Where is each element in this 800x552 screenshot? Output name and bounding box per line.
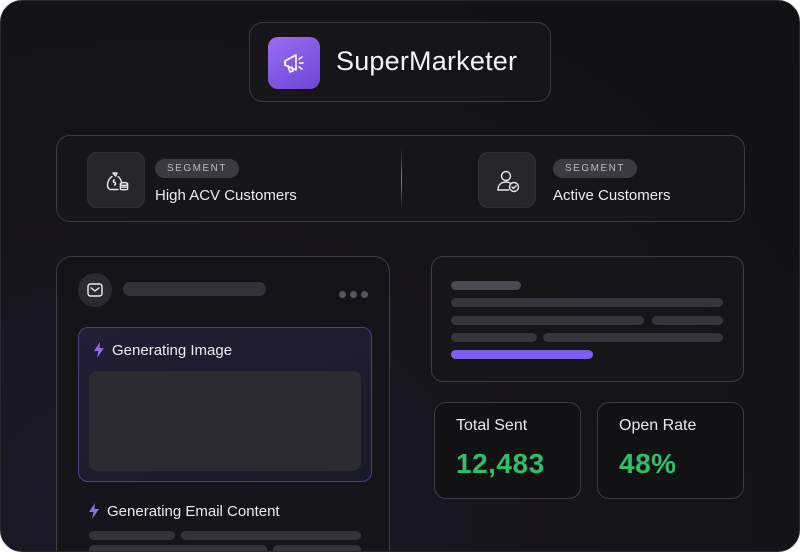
money-bag-coins-icon (87, 152, 145, 208)
preview-line (451, 298, 723, 307)
stat-card-total-sent: Total Sent 12,483 (434, 402, 581, 499)
segment-tag: SEGMENT (155, 159, 239, 178)
segment-name-high-acv: High ACV Customers (155, 187, 297, 204)
lightning-icon (89, 503, 99, 519)
stat-label: Total Sent (456, 417, 528, 434)
preview-line (451, 316, 644, 325)
content-line (89, 545, 267, 551)
preview-line (543, 333, 723, 342)
stat-value: 12,483 (456, 448, 545, 479)
app-frame: SuperMarketer SEGMENT High ACV Customers (0, 0, 800, 552)
content-line (273, 545, 361, 551)
megaphone-icon (268, 37, 320, 89)
segment-divider (401, 148, 402, 210)
stat-card-open-rate: Open Rate 48% (597, 402, 744, 499)
lightning-icon (94, 342, 104, 358)
image-placeholder (89, 371, 361, 471)
generating-image-label: Generating Image (112, 342, 233, 359)
generating-content-label: Generating Email Content (107, 503, 280, 520)
segments-card: SEGMENT High ACV Customers SEGMENT Activ… (56, 135, 745, 222)
message-preview-bubble (431, 256, 744, 382)
preview-line (652, 316, 723, 325)
content-line (181, 531, 361, 540)
content-line (89, 531, 175, 540)
preview-highlight-bar (451, 350, 593, 359)
segment-name-active: Active Customers (553, 187, 671, 204)
stat-label: Open Rate (619, 417, 697, 434)
generating-image-card: Generating Image (78, 327, 372, 482)
more-options-icon[interactable] (339, 285, 372, 303)
stat-value: 48% (619, 448, 677, 479)
preview-line (451, 333, 537, 342)
email-composer-panel: Generating Image Generating Email Conten… (56, 256, 390, 551)
preview-title-line (451, 281, 521, 290)
mail-icon[interactable] (78, 273, 112, 307)
brand-name: SuperMarketer (336, 46, 518, 76)
segment-tag: SEGMENT (553, 159, 637, 178)
brand-header: SuperMarketer (249, 22, 551, 102)
user-check-icon (478, 152, 536, 208)
subject-placeholder-bar (123, 282, 266, 296)
